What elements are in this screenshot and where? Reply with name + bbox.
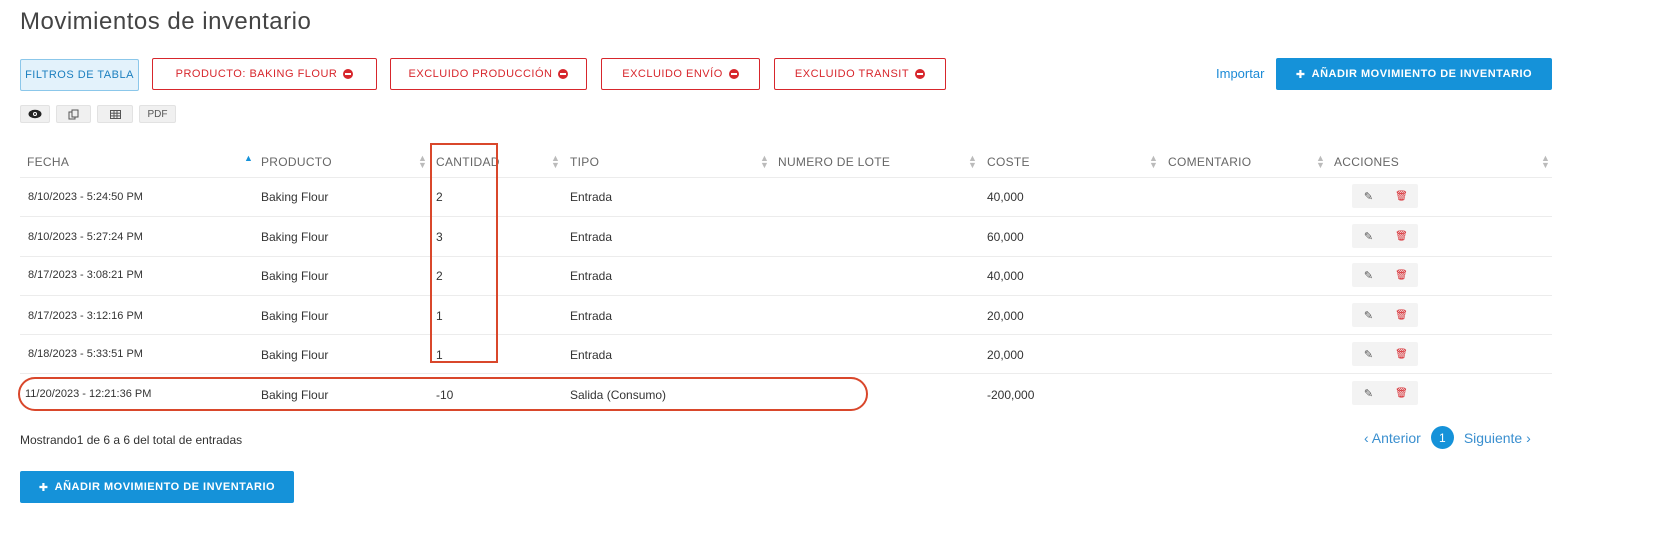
sort-icon[interactable]: ▲ ▼ [1149, 154, 1158, 170]
column-header-tipo[interactable]: TIPO [570, 155, 599, 169]
eye-icon [28, 109, 42, 119]
pagination-prev[interactable]: ‹ Anterior [1364, 430, 1421, 446]
cell-coste: 60,000 [987, 230, 1024, 244]
table-icon [109, 109, 121, 119]
filter-chip-label: EXCLUIDO TRANSIT [794, 68, 910, 80]
trash-icon[interactable]: 🗑 [1385, 342, 1418, 366]
row-actions: ✎ 🗑 [1352, 224, 1418, 248]
export-pdf-button[interactable]: PDF [139, 105, 176, 123]
remove-filter-icon[interactable] [728, 69, 739, 79]
highlight-last-row [18, 377, 868, 411]
pagination-next[interactable]: Siguiente › [1464, 430, 1531, 446]
sort-icon[interactable]: ▲ ▼ [1541, 154, 1550, 170]
cell-fecha: 8/17/2023 - 3:12:16 PM [28, 310, 143, 322]
pagination: ‹ Anterior 1 Siguiente › [1364, 426, 1531, 449]
filter-chip-label: EXCLUIDO ENVÍO [622, 68, 723, 80]
edit-icon[interactable]: ✎ [1352, 303, 1385, 327]
plus-icon: ✚ [38, 481, 49, 494]
cell-coste: -200,000 [987, 388, 1035, 402]
column-visibility-button[interactable] [20, 105, 50, 123]
highlight-cantidad-column [430, 143, 498, 363]
page-title: Movimientos de inventario [20, 8, 312, 35]
filter-chip-excluded-shipping[interactable]: EXCLUIDO ENVÍO [601, 58, 760, 90]
edit-icon[interactable]: ✎ [1352, 381, 1385, 405]
sort-icon[interactable]: ▲ ▼ [760, 154, 769, 170]
cell-coste: 40,000 [987, 269, 1024, 283]
add-inventory-movement-button-bottom[interactable]: ✚ AÑADIR MOVIMIENTO DE INVENTARIO [20, 471, 294, 503]
sort-asc-icon[interactable]: ▲▼ [244, 154, 253, 169]
filter-chip-excluded-production[interactable]: EXCLUIDO PRODUCCIÓN [390, 58, 587, 90]
row-divider [20, 216, 1552, 217]
trash-icon[interactable]: 🗑 [1385, 184, 1418, 208]
column-header-coste[interactable]: COSTE [987, 155, 1030, 169]
export-excel-button[interactable] [97, 105, 133, 123]
trash-icon[interactable]: 🗑 [1385, 224, 1418, 248]
cell-tipo: Entrada [570, 230, 613, 244]
column-header-comentario[interactable]: COMENTARIO [1168, 155, 1251, 169]
pagination-prev-label: Anterior [1371, 429, 1421, 446]
filter-chip-product[interactable]: PRODUCTO: BAKING FLOUR [152, 58, 377, 90]
column-header-producto[interactable]: PRODUCTO [261, 155, 332, 169]
sort-icon[interactable]: ▲ ▼ [968, 154, 977, 170]
cell-fecha: 8/18/2023 - 5:33:51 PM [28, 348, 143, 360]
trash-icon[interactable]: 🗑 [1385, 303, 1418, 327]
cell-tipo: Entrada [570, 190, 613, 204]
cell-producto: Baking Flour [261, 348, 329, 362]
plus-icon: ✚ [1295, 68, 1306, 81]
edit-icon[interactable]: ✎ [1352, 263, 1385, 287]
column-header-fecha[interactable]: FECHA [27, 155, 69, 169]
row-divider [20, 334, 1552, 335]
filter-chip-excluded-transit[interactable]: EXCLUIDO TRANSIT [774, 58, 946, 90]
add-inventory-movement-button[interactable]: ✚ AÑADIR MOVIMIENTO DE INVENTARIO [1276, 58, 1552, 90]
cell-fecha: 8/10/2023 - 5:27:24 PM [28, 231, 143, 243]
remove-filter-icon[interactable] [343, 69, 354, 79]
cell-producto: Baking Flour [261, 190, 329, 204]
row-actions: ✎ 🗑 [1352, 263, 1418, 287]
cell-producto: Baking Flour [261, 309, 329, 323]
cell-fecha: 8/10/2023 - 5:24:50 PM [28, 191, 143, 203]
column-header-acciones: ACCIONES [1334, 155, 1400, 169]
cell-tipo: Entrada [570, 269, 613, 283]
row-actions: ✎ 🗑 [1352, 184, 1418, 208]
copy-icon [68, 109, 79, 119]
column-header-numero-lote[interactable]: NUMERO DE LOTE [778, 155, 890, 169]
table-filters-button[interactable]: FILTROS DE TABLA [20, 59, 139, 91]
sort-icon[interactable]: ▲ ▼ [418, 154, 427, 170]
pagination-page-current[interactable]: 1 [1430, 426, 1454, 449]
row-actions: ✎ 🗑 [1352, 342, 1418, 366]
cell-coste: 20,000 [987, 348, 1024, 362]
cell-producto: Baking Flour [261, 230, 329, 244]
table-info: Mostrando1 de 6 a 6 del total de entrada… [20, 433, 243, 447]
row-actions: ✎ 🗑 [1352, 381, 1418, 405]
cell-producto: Baking Flour [261, 269, 329, 283]
trash-icon[interactable]: 🗑 [1385, 381, 1418, 405]
cell-coste: 40,000 [987, 190, 1024, 204]
edit-icon[interactable]: ✎ [1352, 224, 1385, 248]
edit-icon[interactable]: ✎ [1352, 342, 1385, 366]
remove-filter-icon[interactable] [558, 69, 569, 79]
remove-filter-icon[interactable] [915, 69, 926, 79]
pagination-next-label: Siguiente [1463, 429, 1523, 446]
copy-button[interactable] [56, 105, 91, 123]
cell-coste: 20,000 [987, 309, 1024, 323]
row-divider [20, 373, 1552, 374]
add-button-label: AÑADIR MOVIMIENTO DE INVENTARIO [54, 481, 276, 493]
filter-chip-label: PRODUCTO: BAKING FLOUR [175, 68, 338, 80]
cell-tipo: Entrada [570, 309, 613, 323]
sort-icon[interactable]: ▲ ▼ [1316, 154, 1325, 170]
row-divider [20, 295, 1552, 296]
sort-icon[interactable]: ▲ ▼ [551, 154, 560, 170]
cell-fecha: 8/17/2023 - 3:08:21 PM [28, 269, 143, 281]
row-divider [20, 177, 1552, 178]
import-link[interactable]: Importar [1216, 66, 1264, 81]
add-button-label: AÑADIR MOVIMIENTO DE INVENTARIO [1311, 68, 1533, 80]
filter-chip-label: EXCLUIDO PRODUCCIÓN [408, 68, 553, 80]
edit-icon[interactable]: ✎ [1352, 184, 1385, 208]
row-actions: ✎ 🗑 [1352, 303, 1418, 327]
trash-icon[interactable]: 🗑 [1385, 263, 1418, 287]
cell-tipo: Entrada [570, 348, 613, 362]
row-divider [20, 256, 1552, 257]
